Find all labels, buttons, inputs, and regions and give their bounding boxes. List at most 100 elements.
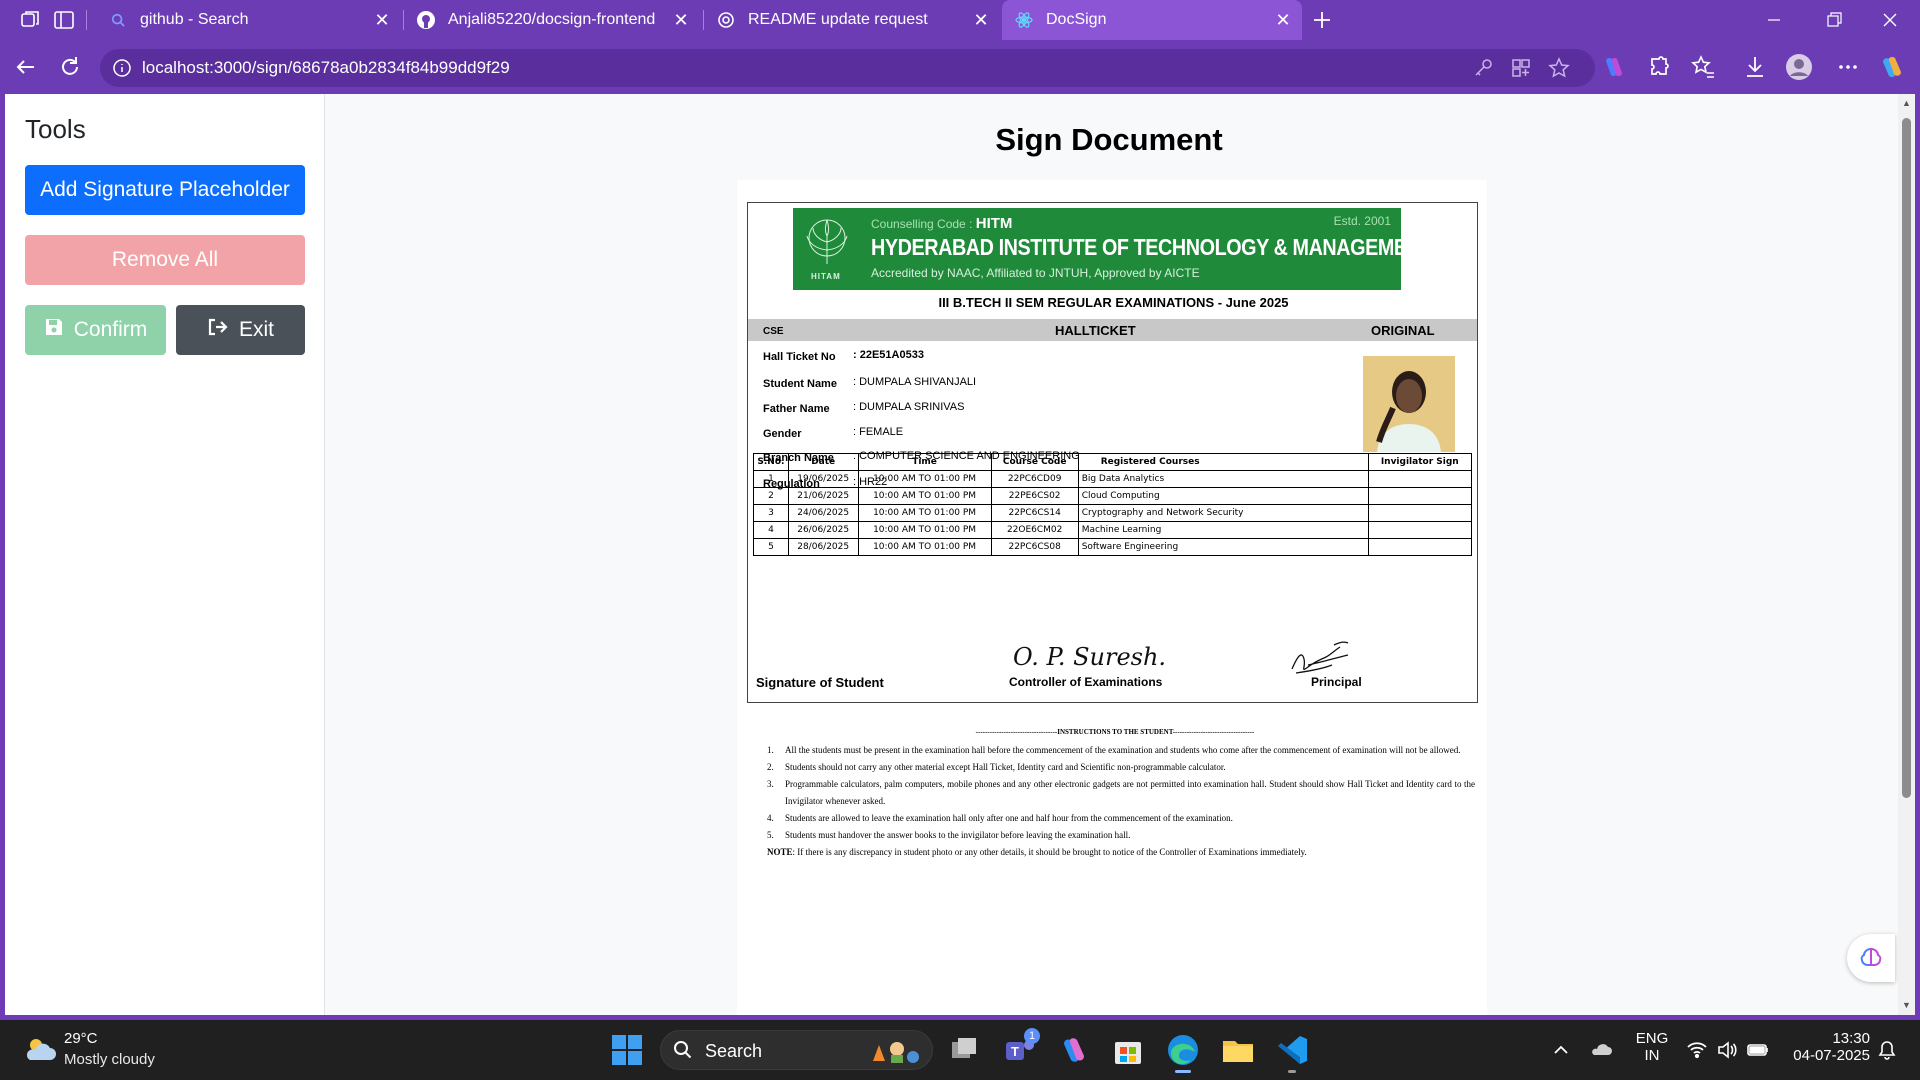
weather-description[interactable]: Mostly cloudy [64,1051,155,1068]
key-icon[interactable] [1472,57,1494,79]
profile-avatar-icon[interactable] [1785,53,1813,81]
vertical-tabs-icon[interactable] [52,8,76,32]
onedrive-icon[interactable] [1590,1039,1612,1061]
windows-start-icon[interactable] [609,1032,645,1068]
url-text[interactable]: localhost:3000/sign/68678a0b2834f84b99dd… [142,58,510,78]
vscode-icon[interactable] [1274,1032,1310,1073]
instruction-item: 4. Students are allowed to leave the exam… [767,810,1475,827]
extensions-icon[interactable] [1645,53,1673,81]
hallticket-label: HALLTICKET [1055,323,1136,338]
wifi-icon[interactable] [1686,1039,1708,1061]
institute-logo: HITAM [799,212,855,286]
assistant-brain-icon[interactable] [1847,934,1895,982]
url-field[interactable]: localhost:3000/sign/68678a0b2834f84b99dd… [100,49,1595,87]
instruction-number: 2. [767,762,774,772]
cell-date: 19/06/2025 [787,470,859,488]
close-icon[interactable]: ✕ [972,11,990,29]
instruction-number: 5. [767,830,774,840]
controller-signature: O. P. Suresh. [1013,643,1166,671]
instruction-number: 4. [767,813,774,823]
button-label: Exit [238,318,274,341]
scrollbar-thumb[interactable] [1902,118,1911,798]
close-icon[interactable]: ✕ [672,11,690,29]
institute-name: HYDERABAD INSTITUTE OF TECHNOLOGY & MANA… [871,234,1433,260]
openai-icon [716,10,736,30]
accreditation-text: Accredited by NAAC, Affiliated to JNTUH,… [871,266,1200,280]
cell-course: Machine Learning [1077,521,1369,539]
cell-code: 22PC6CS08 [990,538,1079,556]
language-indicator[interactable]: ENG IN [1634,1030,1670,1064]
confirm-button[interactable]: Confirm [25,305,166,355]
copilot-app-icon[interactable] [1056,1032,1092,1068]
column-header: Date [787,453,859,471]
button-label: Add Signature Placeholder [40,178,290,201]
volume-icon[interactable] [1716,1039,1738,1061]
weather-temperature[interactable]: 29°C [64,1030,98,1047]
favorite-star-icon[interactable] [1548,57,1570,79]
tab-docsign[interactable]: DocSign ✕ [1002,0,1302,40]
notifications-icon[interactable] [1876,1039,1898,1061]
logo-text: HITAM [811,272,841,281]
add-signature-placeholder-button[interactable]: Add Signature Placeholder [25,165,305,215]
tab-github-repo[interactable]: Anjali85220/docsign-frontend ✕ [404,0,700,40]
running-indicator [1288,1070,1296,1073]
cell-sno: 1 [753,470,789,488]
ticket-header-bar: CSE HALLTICKET ORIGINAL [748,319,1477,341]
clock[interactable]: 13:30 04-07-2025 [1780,1030,1870,1064]
minimize-icon[interactable] [1762,8,1786,32]
column-header: Time [857,453,992,471]
tab-readme-request[interactable]: README update request ✕ [704,0,1000,40]
cell-sno: 4 [753,521,789,539]
counselling-code-value: HITM [975,215,1013,232]
page-scrollbar[interactable]: ▲ ▼ [1898,94,1915,1015]
file-explorer-icon[interactable] [1220,1032,1256,1068]
search-icon [108,10,128,30]
table-header-row: S.No. Date Time Course Code Registered C… [753,453,1473,471]
apps-icon[interactable] [1510,57,1532,79]
taskbar-search[interactable]: Search [660,1030,933,1070]
clock-time: 13:30 [1832,1030,1870,1047]
info-icon[interactable] [112,58,132,78]
copilot-extension-icon[interactable] [1600,53,1628,81]
refresh-icon[interactable] [56,53,84,81]
column-header: Course Code [990,453,1079,471]
cell-sno: 3 [753,504,789,522]
favorites-icon[interactable] [1689,53,1717,81]
document-page[interactable]: HITAM Counselling Code : HITM Estd. 2001… [737,180,1487,1015]
instruction-item: 2. Students should not carry any other ma… [767,759,1475,776]
browser-tab-bar: github - Search ✕ Anjali85220/docsign-fr… [0,0,1920,40]
exit-button[interactable]: Exit [176,305,305,355]
teams-icon[interactable]: T 1 [1002,1028,1040,1068]
page-title: Sign Document [995,122,1223,157]
svg-text:T: T [1011,1044,1019,1059]
field-label: Gender [763,428,802,440]
remove-all-button[interactable]: Remove All [25,235,305,285]
scroll-down-icon[interactable]: ▼ [1902,1000,1911,1010]
workspaces-icon[interactable] [18,8,42,32]
close-icon[interactable]: ✕ [1274,11,1292,29]
chevron-up-icon[interactable] [1550,1039,1572,1061]
hall-ticket: HITAM Counselling Code : HITM Estd. 2001… [747,202,1478,703]
cell-date: 28/06/2025 [787,538,859,556]
close-window-icon[interactable] [1878,8,1902,32]
tab-github-search[interactable]: github - Search ✕ [96,0,401,40]
task-view-icon[interactable] [946,1032,982,1068]
column-header: Registered Courses [1077,453,1369,471]
copilot-icon[interactable] [1878,53,1906,81]
edge-browser-icon[interactable] [1165,1032,1201,1073]
new-tab-icon[interactable] [1310,8,1334,32]
cell-time: 10:00 AM TO 01:00 PM [857,487,992,505]
cloudy-weather-icon[interactable] [22,1034,58,1064]
battery-icon[interactable] [1746,1039,1768,1061]
close-icon[interactable]: ✕ [373,11,391,29]
download-icon[interactable] [1741,53,1769,81]
sign-out-icon [207,317,229,343]
cell-course: Cryptography and Network Security [1077,504,1369,522]
cell-invigilator-sign [1367,470,1473,488]
more-icon[interactable] [1834,53,1862,81]
restore-icon[interactable] [1822,8,1846,32]
back-icon[interactable] [12,53,40,81]
scroll-up-icon[interactable]: ▲ [1902,98,1911,108]
react-icon [1014,10,1034,30]
microsoft-store-icon[interactable] [1110,1032,1146,1068]
